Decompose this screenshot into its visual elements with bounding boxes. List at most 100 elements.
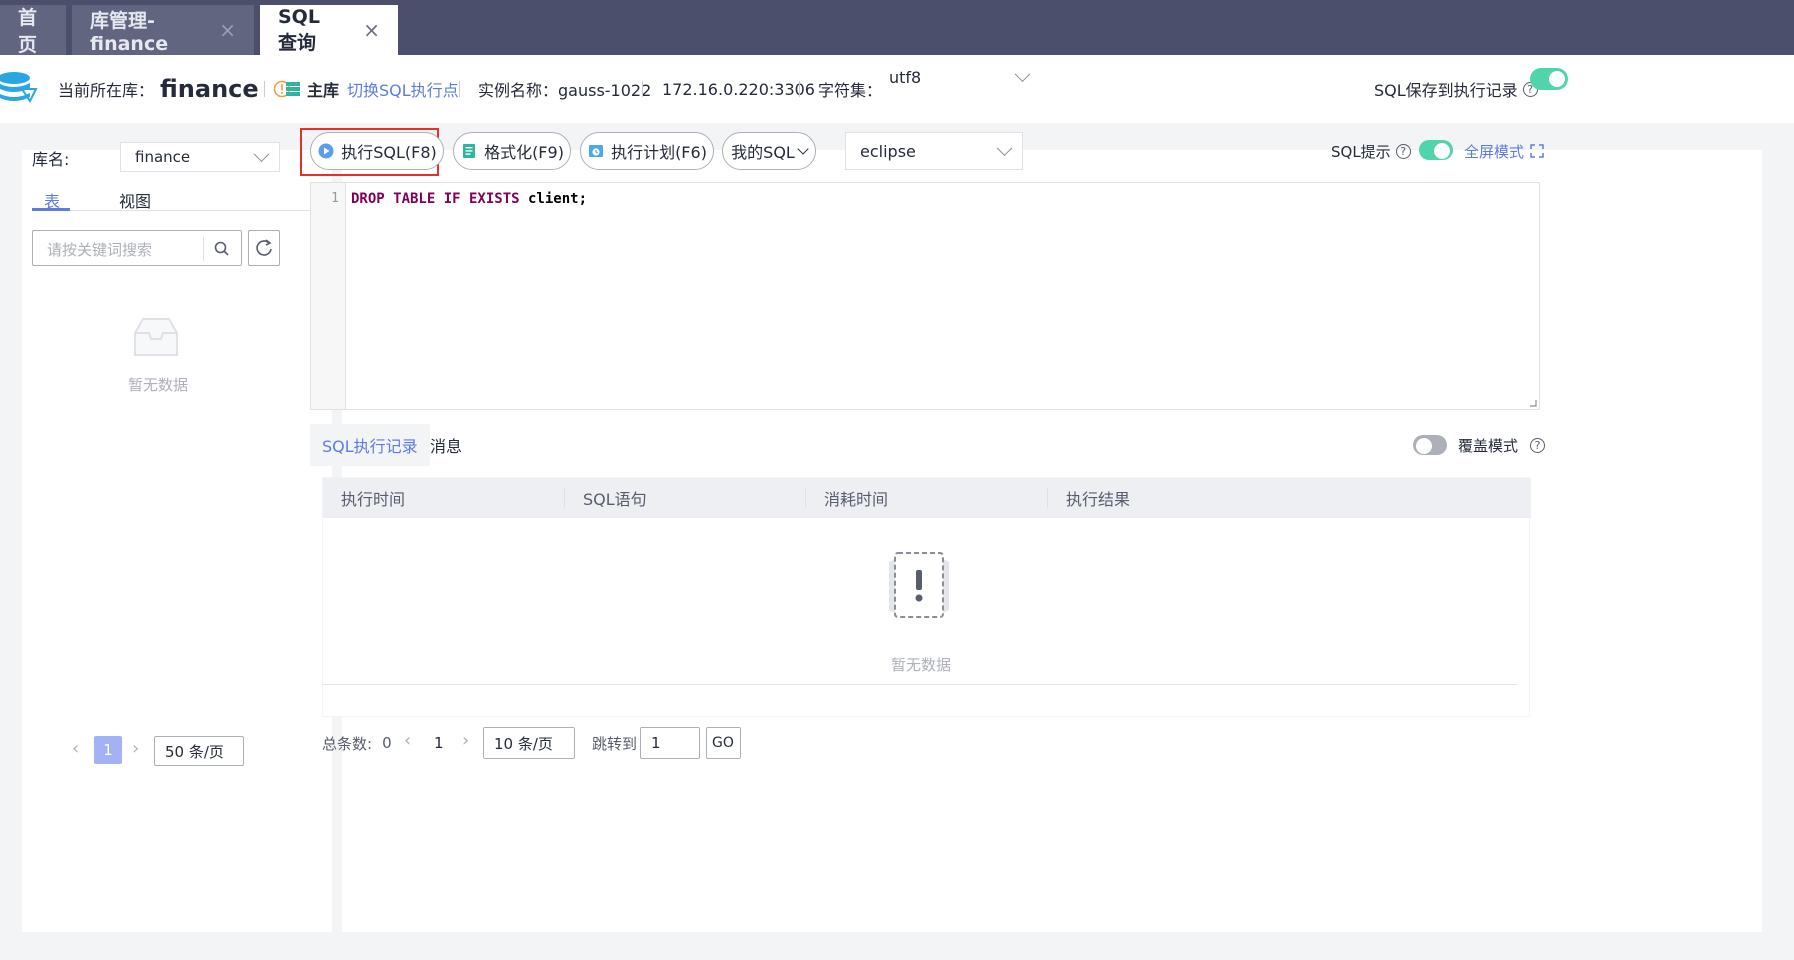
chevron-right-icon[interactable]: › — [462, 730, 469, 751]
close-icon[interactable]: × — [363, 18, 380, 42]
resize-handle-icon[interactable] — [1529, 399, 1537, 407]
page-size-select[interactable]: 50 条/页 — [154, 736, 244, 766]
table-browser-panel: 库名: finance 表 视图 请按关键词搜索 暂无数据 ‹ 1 › 50 条… — [22, 142, 332, 932]
tab-divider — [36, 210, 318, 211]
table-search-input[interactable]: 请按关键词搜索 — [32, 230, 242, 266]
sql-hint-toggle[interactable] — [1419, 140, 1453, 160]
overwrite-mode-toggle[interactable] — [1413, 435, 1447, 455]
chevron-left-icon[interactable]: ‹ — [72, 738, 79, 759]
page-button[interactable]: 1 — [94, 736, 122, 764]
sql-editor[interactable]: 1 DROP TABLE IF EXISTS client; — [310, 182, 1540, 410]
jump-page-input[interactable]: 1 — [640, 727, 700, 759]
empty-message: 暂无数据 — [128, 376, 189, 394]
run-sql-button[interactable]: 执行SQL(F8) — [310, 132, 444, 170]
go-label: GO — [712, 735, 734, 751]
tab-views[interactable]: 视图 — [119, 188, 151, 212]
charset-value: utf8 — [889, 67, 922, 87]
plan-icon — [589, 145, 604, 157]
run-sql-label: 执行SQL(F8) — [341, 143, 437, 162]
tab-db-management-label: 库管理-finance — [90, 9, 169, 55]
column-divider — [1047, 488, 1048, 508]
pagination-total: 总条数: 0 — [322, 727, 392, 759]
column-divider — [564, 488, 565, 508]
master-node: 主库 切换SQL执行点 — [285, 55, 459, 123]
divider — [799, 81, 800, 97]
jump-label: 跳转到 — [592, 734, 638, 753]
divider — [642, 81, 643, 97]
editor-theme-select[interactable]: eclipse — [845, 132, 1023, 170]
active-tab-indicator — [32, 208, 70, 211]
column-header-result: 执行结果 — [1066, 490, 1131, 509]
column-header-duration: 消耗时间 — [824, 490, 889, 509]
my-sql-dropdown[interactable]: 我的SQL — [722, 132, 816, 170]
db-name-label: 库名: — [32, 150, 70, 169]
switch-execution-point-link[interactable]: 切换SQL执行点 — [347, 77, 459, 101]
close-icon[interactable]: × — [219, 18, 236, 42]
help-icon[interactable]: ? — [1395, 143, 1411, 159]
go-button[interactable]: GO — [706, 727, 741, 759]
total-count: 0 — [382, 734, 392, 752]
history-table: 执行时间 SQL语句 消耗时间 执行结果 暂无数据 — [322, 477, 1531, 717]
tab-messages[interactable]: 消息 — [430, 424, 462, 466]
table-bottom-border — [323, 684, 1517, 685]
server-icon — [286, 82, 300, 96]
instance-name: 实例名称：gauss-1022 — [478, 81, 652, 100]
table-header: 执行时间 SQL语句 消耗时间 执行结果 — [323, 478, 1531, 518]
search-placeholder: 请按关键词搜索 — [47, 241, 153, 259]
fullscreen-icon — [1530, 144, 1544, 158]
overwrite-mode: 覆盖模式 ? — [1458, 426, 1546, 464]
play-icon — [318, 143, 334, 159]
sql-hint: SQL提示 ? — [1331, 132, 1411, 170]
page-size-value: 10 条/页 — [494, 734, 553, 753]
fullscreen-label: 全屏模式 — [1464, 142, 1525, 161]
chevron-left-icon[interactable]: ‹ — [404, 730, 411, 751]
column-header-time: 执行时间 — [341, 490, 406, 509]
sql-editor-panel: 执行SQL(F8) 格式化(F9) 执行计划(F6) 我的SQL eclipse… — [300, 128, 1762, 932]
sql-identifier: client; — [519, 191, 588, 207]
chevron-down-icon — [797, 143, 809, 155]
save-to-history-label: SQL保存到执行记录 — [1374, 81, 1518, 100]
tab-db-management[interactable]: 库管理-finance × — [72, 5, 254, 55]
db-name-value: finance — [135, 148, 191, 166]
current-db: 当前所在库： finance — [58, 55, 291, 123]
refresh-button[interactable] — [248, 230, 280, 266]
refresh-icon — [256, 239, 272, 256]
divider — [459, 81, 460, 97]
my-sql-label: 我的SQL — [731, 143, 795, 162]
help-icon[interactable]: ? — [1530, 437, 1546, 453]
search-icon[interactable] — [213, 240, 231, 258]
explain-plan-button[interactable]: 执行计划(F6) — [580, 132, 714, 170]
chevron-right-icon[interactable]: › — [132, 738, 139, 759]
total-label: 总条数: — [322, 734, 373, 753]
format-label: 格式化(F9) — [484, 143, 564, 162]
tab-sql-history[interactable]: SQL执行记录 — [310, 424, 430, 466]
empty-box-icon — [134, 318, 178, 356]
charset-select[interactable]: utf8 — [875, 59, 1040, 95]
chevron-down-icon — [1014, 66, 1031, 83]
db-name-select[interactable]: finance — [120, 142, 280, 172]
database-logo-icon — [0, 72, 38, 103]
tab-home-label: 首页 — [18, 7, 38, 56]
instance-address: 172.16.0.220:3306 — [662, 79, 815, 99]
tab-sql-query[interactable]: SQL查询 × — [260, 5, 398, 55]
current-page[interactable]: 1 — [434, 727, 444, 759]
line-number-gutter: 1 — [311, 183, 346, 409]
empty-warning-icon — [889, 552, 949, 618]
top-tab-bar: 首页 库管理-finance × SQL查询 × — [0, 0, 1794, 56]
current-db-name: finance — [160, 75, 259, 103]
overwrite-mode-label: 覆盖模式 — [1458, 436, 1519, 455]
jump-page-value: 1 — [651, 734, 661, 752]
column-header-sql: SQL语句 — [583, 490, 647, 509]
chevron-down-icon — [253, 146, 270, 163]
column-divider — [805, 488, 806, 508]
empty-message: 暂无数据 — [891, 656, 952, 674]
page-size-select[interactable]: 10 条/页 — [483, 727, 575, 759]
format-button[interactable]: 格式化(F9) — [453, 132, 571, 170]
line-number: 1 — [331, 191, 339, 206]
format-icon — [463, 144, 476, 158]
tab-home[interactable]: 首页 — [0, 5, 66, 56]
save-to-history-toggle[interactable] — [1530, 68, 1568, 90]
chevron-down-icon — [996, 140, 1013, 157]
fullscreen-button[interactable]: 全屏模式 — [1464, 132, 1544, 170]
code-line: DROP TABLE IF EXISTS client; — [351, 191, 587, 207]
